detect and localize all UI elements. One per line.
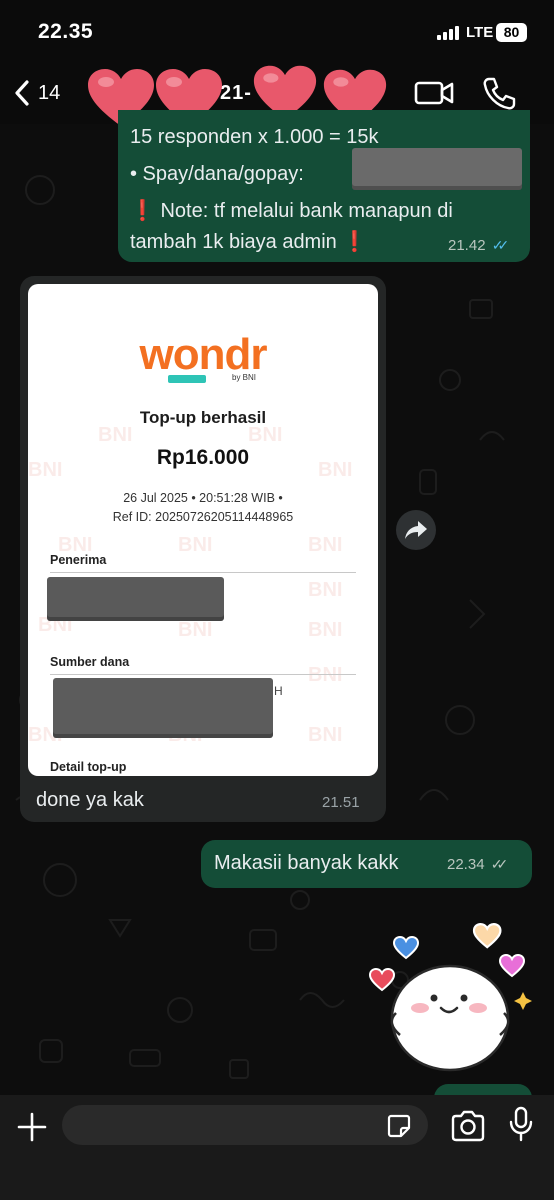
read-receipt-icon: ✓✓	[491, 237, 510, 253]
message-input-bar	[0, 1095, 554, 1200]
divider	[50, 674, 356, 675]
network-type: LTE	[466, 24, 494, 41]
plus-icon[interactable]	[14, 1109, 50, 1145]
message-time: 21.51	[322, 794, 360, 811]
message-line: 15 responden x 1.000 = 15k	[130, 126, 379, 148]
receipt-source-trailing: H	[274, 684, 283, 698]
delivered-receipt-icon: ✓✓	[490, 856, 509, 872]
message-input[interactable]	[62, 1105, 428, 1145]
redacted-payment-info	[352, 148, 522, 190]
phone-icon[interactable]	[480, 74, 518, 112]
signal-icon	[437, 26, 461, 40]
outgoing-message-bubble[interactable]: Makasii banyak kakk 22.34 ✓✓	[201, 840, 532, 888]
forward-arrow-icon	[405, 521, 427, 539]
image-caption: done ya kak	[36, 789, 144, 811]
battery-icon: 80	[496, 23, 527, 42]
divider	[50, 572, 356, 573]
microphone-icon[interactable]	[508, 1106, 534, 1142]
message-meta: 21.42 ✓✓	[448, 237, 510, 254]
chevron-left-icon	[15, 80, 29, 106]
message-time: 21.42	[448, 237, 486, 254]
status-time: 22.35	[38, 20, 94, 43]
message-meta: 22.34 ✓✓	[447, 856, 509, 873]
unread-count: 14	[38, 81, 61, 104]
receipt-ref-id: Ref ID: 20250726205114448965	[112, 510, 294, 524]
message-line: tambah 1k biaya admin ❗	[130, 231, 368, 253]
incoming-image-bubble[interactable]: BNI BNI BNI BNI BNI BNI BNI BNI BNI BNI …	[20, 276, 386, 822]
video-camera-icon[interactable]	[412, 76, 456, 110]
wondr-logo-bar	[168, 375, 206, 383]
receipt-title: Top-up berhasil	[139, 408, 267, 427]
wondr-logo-byline: by BNI	[232, 373, 257, 382]
redacted-recipient	[47, 577, 224, 621]
receipt-detail-label: Detail top-up	[50, 760, 127, 774]
back-button[interactable]: 14	[14, 76, 84, 110]
message-text: Makasii banyak kakk	[214, 852, 399, 874]
message-time: 22.34	[447, 856, 485, 873]
message-line: ❗ Note: tf melalui bank manapun di	[130, 200, 453, 222]
camera-icon[interactable]	[450, 1110, 486, 1142]
redacted-source	[53, 678, 273, 738]
receipt-recipient-label: Penerima	[50, 553, 107, 567]
receipt-source-label: Sumber dana	[50, 655, 130, 669]
receipt-datetime: 26 Jul 2025 • 20:51:28 WIB •	[123, 491, 283, 505]
sticker-image[interactable]	[364, 918, 534, 1078]
outgoing-message-bubble[interactable]: 15 responden x 1.000 = 15k • Spay/dana/g…	[118, 110, 530, 262]
status-bar: 22.35 LTE 80	[0, 0, 554, 62]
receipt-amount: Rp16.000	[156, 446, 250, 469]
receipt-image[interactable]: BNI BNI BNI BNI BNI BNI BNI BNI BNI BNI …	[28, 284, 378, 776]
wondr-logo: wondr	[139, 330, 268, 379]
message-line: • Spay/dana/gopay:	[130, 163, 304, 185]
sticker-icon[interactable]	[386, 1113, 412, 1139]
forward-button[interactable]	[396, 510, 436, 550]
